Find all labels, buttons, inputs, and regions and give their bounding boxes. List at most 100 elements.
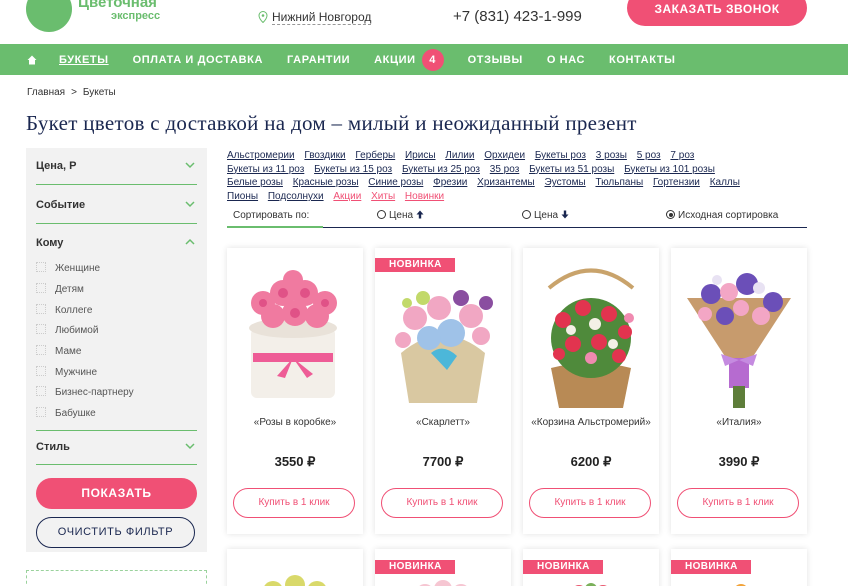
nav-bouquets[interactable]: БУКЕТЫ xyxy=(59,54,109,66)
breadcrumb-home[interactable]: Главная xyxy=(27,87,65,98)
product-card[interactable]: «Розы в коробке» 3550 ₽ Купить в 1 клик xyxy=(227,248,363,534)
tag-link[interactable]: 35 роз xyxy=(490,164,520,175)
home-icon[interactable] xyxy=(27,55,37,65)
filter-whom[interactable]: Кому xyxy=(36,237,197,249)
tag-link[interactable]: Гортензии xyxy=(653,177,700,188)
tag-link[interactable]: Альстромерии xyxy=(227,150,295,161)
buy-one-click-button[interactable]: Купить в 1 клик xyxy=(233,488,355,518)
product-image-mixed-bouquet[interactable] xyxy=(529,575,653,586)
tag-link[interactable]: Эустомы xyxy=(545,177,586,188)
checkbox[interactable] xyxy=(36,283,46,293)
product-image-yellow-bouquet[interactable] xyxy=(233,563,357,586)
buy-one-click-button[interactable]: Купить в 1 клик xyxy=(381,488,503,518)
product-image-colorful-bouquet[interactable] xyxy=(677,575,801,586)
tag-link[interactable]: Букеты из 15 роз xyxy=(314,164,392,175)
tag-link[interactable]: Новинки xyxy=(405,191,444,202)
nav-guarantees[interactable]: ГАРАНТИИ xyxy=(287,54,350,66)
product-card[interactable] xyxy=(227,549,363,586)
show-button[interactable]: ПОКАЗАТЬ xyxy=(36,478,197,509)
filter-style[interactable]: Стиль xyxy=(36,441,197,453)
phone-number[interactable]: +7 (831) 423-1-999 xyxy=(453,8,582,25)
tag-link[interactable]: Орхидеи xyxy=(484,150,525,161)
product-image-italia-bouquet[interactable] xyxy=(677,258,801,413)
product-card[interactable]: НОВИНКА «Скарлетт» 7700 ₽ Купить в 1 кли… xyxy=(375,248,511,534)
tag-link[interactable]: Красные розы xyxy=(293,177,359,188)
tag-link[interactable]: Герберы xyxy=(355,150,395,161)
filter-option[interactable]: Коллеге xyxy=(36,304,92,316)
nav-payment-delivery[interactable]: ОПЛАТА И ДОСТАВКА xyxy=(133,54,263,66)
callback-button[interactable]: ЗАКАЗАТЬ ЗВОНОК xyxy=(627,0,807,26)
tag-link[interactable]: Ирисы xyxy=(405,150,436,161)
sort-price-asc[interactable]: Цена xyxy=(377,210,424,221)
filter-option[interactable]: Бабушке xyxy=(36,407,96,419)
city-name[interactable]: Нижний Новгород xyxy=(272,10,372,25)
product-card[interactable]: НОВИНКА xyxy=(523,549,659,586)
filter-option[interactable]: Женщине xyxy=(36,262,100,274)
radio[interactable] xyxy=(377,210,386,219)
checkbox[interactable] xyxy=(36,386,46,396)
tag-link[interactable]: Букеты из 51 розы xyxy=(529,164,614,175)
product-card[interactable]: НОВИНКА xyxy=(375,549,511,586)
sort-default[interactable]: Исходная сортировка xyxy=(666,210,778,221)
checkbox[interactable] xyxy=(36,304,46,314)
product-name[interactable]: «Скарлетт» xyxy=(379,416,507,430)
checkbox[interactable] xyxy=(36,262,46,272)
tag-link[interactable]: 3 розы xyxy=(596,150,627,161)
product-card[interactable]: «Италия» 3990 ₽ Купить в 1 клик xyxy=(671,248,807,534)
buy-one-click-button[interactable]: Купить в 1 клик xyxy=(529,488,651,518)
tag-link[interactable]: Тюльпаны xyxy=(595,177,643,188)
tag-link[interactable]: Синие розы xyxy=(368,177,423,188)
site-header: Цветочная экспресс Нижний Новгород +7 (8… xyxy=(0,0,848,44)
tag-link[interactable]: Букеты из 11 роз xyxy=(227,164,304,175)
tag-link[interactable]: Хиты xyxy=(371,191,395,202)
tag-link[interactable]: Белые розы xyxy=(227,177,283,188)
tag-link[interactable]: 5 роз xyxy=(637,150,661,161)
tag-link[interactable]: Букеты из 101 розы xyxy=(624,164,715,175)
new-badge: НОВИНКА xyxy=(375,258,455,272)
checkbox[interactable] xyxy=(36,407,46,417)
filter-option[interactable]: Мужчине xyxy=(36,366,97,378)
tag-link[interactable]: Хризантемы xyxy=(477,177,535,188)
product-card[interactable]: НОВИНКА xyxy=(671,549,807,586)
checkbox[interactable] xyxy=(36,345,46,355)
tag-link[interactable]: Лилии xyxy=(445,150,474,161)
product-name[interactable]: «Италия» xyxy=(675,416,803,430)
logo-icon[interactable] xyxy=(26,0,72,32)
filter-option[interactable]: Маме xyxy=(36,345,81,357)
nav-contacts[interactable]: КОНТАКТЫ xyxy=(609,54,675,66)
tag-link[interactable]: Каллы xyxy=(710,177,740,188)
product-image-scarlett-basket[interactable] xyxy=(381,258,505,413)
filter-event[interactable]: Событие xyxy=(36,199,197,211)
product-image-roses-box[interactable] xyxy=(233,258,357,413)
nav-promotions[interactable]: АКЦИИ 4 xyxy=(374,48,444,71)
product-card[interactable]: «Корзина Альстромерий» 6200 ₽ Купить в 1… xyxy=(523,248,659,534)
nav-about[interactable]: О НАС xyxy=(547,54,585,66)
radio-selected[interactable] xyxy=(666,210,675,219)
checkbox[interactable] xyxy=(36,324,46,334)
filter-price[interactable]: Цена, Р xyxy=(36,160,197,172)
sort-price-desc[interactable]: Цена xyxy=(522,210,569,221)
logo-title[interactable]: Цветочная xyxy=(78,0,157,10)
tag-link[interactable]: Подсолнухи xyxy=(268,191,324,202)
checkbox[interactable] xyxy=(36,366,46,376)
tag-link[interactable]: Фрезии xyxy=(433,177,467,188)
city-selector[interactable]: Нижний Новгород xyxy=(258,10,372,25)
tag-link[interactable]: Пионы xyxy=(227,191,258,202)
buy-one-click-button[interactable]: Купить в 1 клик xyxy=(677,488,799,518)
radio[interactable] xyxy=(522,210,531,219)
nav-reviews[interactable]: ОТЗЫВЫ xyxy=(468,54,523,66)
filter-option[interactable]: Любимой xyxy=(36,324,98,336)
tag-link[interactable]: Гвоздики xyxy=(304,150,345,161)
tag-link[interactable]: Букеты из 25 роз xyxy=(402,164,480,175)
product-image-pink-bouquet[interactable] xyxy=(381,575,505,586)
product-name[interactable]: «Корзина Альстромерий» xyxy=(527,416,655,430)
tag-link[interactable]: Акции xyxy=(333,191,361,202)
filter-option[interactable]: Детям xyxy=(36,283,84,295)
product-name[interactable]: «Розы в коробке» xyxy=(231,416,359,430)
product-image-alstroemeria-basket[interactable] xyxy=(529,258,653,413)
filter-option[interactable]: Бизнес-партнеру xyxy=(36,386,134,398)
clear-filter-button[interactable]: ОЧИСТИТЬ ФИЛЬТР xyxy=(36,517,195,548)
logo-subtitle[interactable]: экспресс xyxy=(111,10,160,22)
tag-link[interactable]: Букеты роз xyxy=(535,150,586,161)
tag-link[interactable]: 7 роз xyxy=(670,150,694,161)
